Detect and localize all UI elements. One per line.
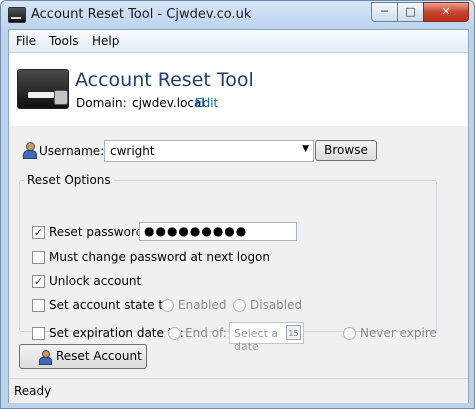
must-change-label[interactable]: Must change password at next logon <box>49 250 270 264</box>
page-title: Account Reset Tool <box>75 69 254 91</box>
end-of-label[interactable]: End of: <box>185 326 227 340</box>
never-expire-radio[interactable] <box>343 327 356 340</box>
disabled-label[interactable]: Disabled <box>250 298 302 312</box>
reset-password-label[interactable]: Reset password: <box>49 225 147 239</box>
expiration-checkbox[interactable] <box>32 327 45 340</box>
browse-button[interactable]: Browse <box>315 140 377 161</box>
enabled-radio[interactable] <box>161 299 174 312</box>
username-label: Username: <box>39 144 105 158</box>
menu-help[interactable]: Help <box>92 34 119 48</box>
enabled-label[interactable]: Enabled <box>178 298 227 312</box>
client-area: File Tools Help Account Reset Tool Domai… <box>8 29 469 403</box>
reset-account-button[interactable]: Reset Account <box>19 344 147 369</box>
unlock-account-label[interactable]: Unlock account <box>49 274 141 288</box>
username-value: cwright <box>110 144 155 158</box>
domain-value: cjwdev.local <box>132 96 205 110</box>
menu-tools[interactable]: Tools <box>49 34 79 48</box>
never-expire-label[interactable]: Never expire <box>360 326 437 340</box>
app-window: Account Reset Tool - Cjwdev.co.uk ─ □ ✕ … <box>0 0 475 409</box>
status-text: Ready <box>14 384 52 398</box>
domain-label: Domain: <box>76 96 127 110</box>
window-title: Account Reset Tool - Cjwdev.co.uk <box>31 7 252 22</box>
edit-domain-link[interactable]: Edit <box>195 96 218 110</box>
menu-bar: File Tools Help <box>9 30 468 53</box>
account-state-checkbox[interactable] <box>32 299 45 312</box>
lock-icon <box>54 90 68 105</box>
reset-account-label: Reset Account <box>56 349 142 363</box>
reset-password-checkbox[interactable]: ✓ <box>32 226 45 239</box>
password-mask: ●●●●●●●●● <box>144 224 248 238</box>
account-reset-icon <box>17 69 69 109</box>
app-icon <box>8 7 26 23</box>
reset-options-legend: Reset Options <box>24 173 114 187</box>
unlock-account-checkbox[interactable]: ✓ <box>32 275 45 288</box>
disabled-radio[interactable] <box>233 299 246 312</box>
expiration-date-picker[interactable]: Select a date 15 <box>229 322 304 353</box>
user-reset-icon <box>38 350 52 365</box>
close-button[interactable]: ✕ <box>423 2 469 22</box>
main-content: Username: cwright ▼ Browse Reset Options… <box>9 126 468 378</box>
chevron-down-icon[interactable]: ▼ <box>302 144 309 154</box>
menu-file[interactable]: File <box>16 34 36 48</box>
maximize-button[interactable]: □ <box>397 2 424 22</box>
username-combobox[interactable]: cwright ▼ <box>104 140 314 162</box>
title-bar[interactable]: Account Reset Tool - Cjwdev.co.uk ─ □ ✕ <box>1 1 474 29</box>
status-bar: Ready <box>9 378 468 403</box>
expiration-label[interactable]: Set expiration date to: <box>49 326 184 340</box>
calendar-icon[interactable]: 15 <box>286 325 301 340</box>
user-icon <box>22 142 37 159</box>
password-input[interactable]: ●●●●●●●●● <box>139 222 297 241</box>
password-field-icon <box>28 92 54 98</box>
must-change-checkbox[interactable] <box>32 251 45 264</box>
account-state-label[interactable]: Set account state to: <box>49 298 174 312</box>
end-of-radio[interactable] <box>168 327 181 340</box>
minimize-button[interactable]: ─ <box>371 2 398 22</box>
